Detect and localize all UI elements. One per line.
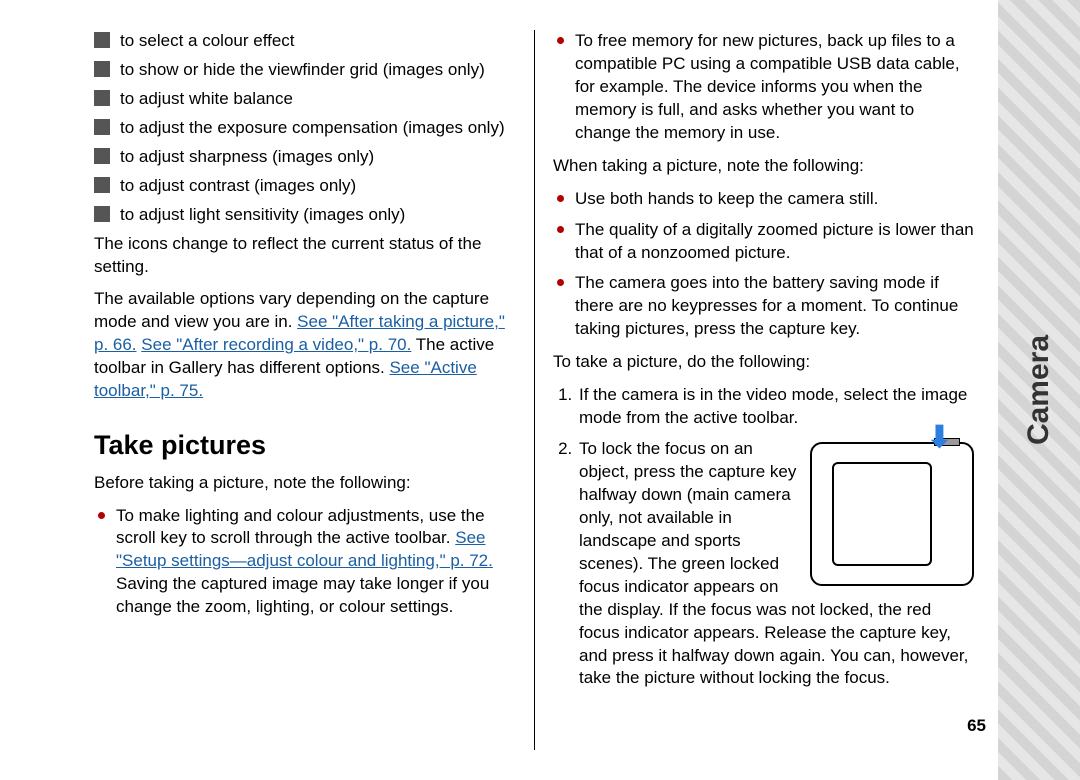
icon-text: to show or hide the viewfinder grid (ima… <box>120 59 485 82</box>
icon-item: to adjust the exposure compensation (ima… <box>94 117 516 140</box>
list-item: The quality of a digitally zoomed pictur… <box>553 219 974 265</box>
icon-text: to adjust sharpness (images only) <box>120 146 374 169</box>
grid-icon <box>94 61 110 77</box>
paragraph: To take a picture, do the following: <box>553 351 974 374</box>
icon-text: to adjust light sensitivity (images only… <box>120 204 405 227</box>
list-item: The camera goes into the battery saving … <box>553 272 974 341</box>
icon-item: to adjust contrast (images only) <box>94 175 516 198</box>
text-run: To make lighting and colour adjustments,… <box>116 506 485 548</box>
list-item: ⬇ To lock the focus on an object, press … <box>577 438 974 690</box>
paragraph: The icons change to reflect the current … <box>94 233 516 279</box>
numbered-list: If the camera is in the video mode, sele… <box>553 384 974 690</box>
list-item: To free memory for new pictures, back up… <box>553 30 974 145</box>
page-number: 65 <box>967 715 986 738</box>
icon-text: to adjust white balance <box>120 88 293 111</box>
chapter-label: Camera <box>1019 335 1060 445</box>
icon-text: to select a colour effect <box>120 30 295 53</box>
list-item: To make lighting and colour adjustments,… <box>94 505 516 620</box>
page-body: to select a colour effect to show or hid… <box>0 0 1080 780</box>
link-after-video[interactable]: See "After recording a video," p. 70. <box>141 335 411 354</box>
icon-item: to select a colour effect <box>94 30 516 53</box>
icon-item: to adjust sharpness (images only) <box>94 146 516 169</box>
list-item: Use both hands to keep the camera still. <box>553 188 974 211</box>
right-column: To free memory for new pictures, back up… <box>534 30 974 750</box>
iso-icon <box>94 206 110 222</box>
icon-item: to adjust white balance <box>94 88 516 111</box>
arrow-down-icon: ⬇ <box>927 418 952 459</box>
contrast-icon <box>94 177 110 193</box>
square-icon <box>94 32 110 48</box>
bullet-list: To free memory for new pictures, back up… <box>553 30 974 145</box>
text-run: Saving the captured image may take longe… <box>116 574 489 616</box>
bullet-list: Use both hands to keep the camera still.… <box>553 188 974 342</box>
paragraph: The available options vary depending on … <box>94 288 516 403</box>
section-heading: Take pictures <box>94 427 516 463</box>
exposure-icon <box>94 119 110 135</box>
bullet-list: To make lighting and colour adjustments,… <box>94 505 516 620</box>
camera-screen-icon <box>832 462 932 566</box>
icon-item: to show or hide the viewfinder grid (ima… <box>94 59 516 82</box>
icon-item: to adjust light sensitivity (images only… <box>94 204 516 227</box>
list-item: If the camera is in the video mode, sele… <box>577 384 974 430</box>
chapter-tab: Camera <box>998 0 1080 780</box>
camera-illustration: ⬇ <box>810 442 974 586</box>
paragraph: When taking a picture, note the followin… <box>553 155 974 178</box>
left-column: to select a colour effect to show or hid… <box>94 30 534 750</box>
sharpness-icon <box>94 148 110 164</box>
paragraph: Before taking a picture, note the follow… <box>94 472 516 495</box>
white-balance-icon <box>94 90 110 106</box>
icon-text: to adjust the exposure compensation (ima… <box>120 117 505 140</box>
icon-text: to adjust contrast (images only) <box>120 175 356 198</box>
